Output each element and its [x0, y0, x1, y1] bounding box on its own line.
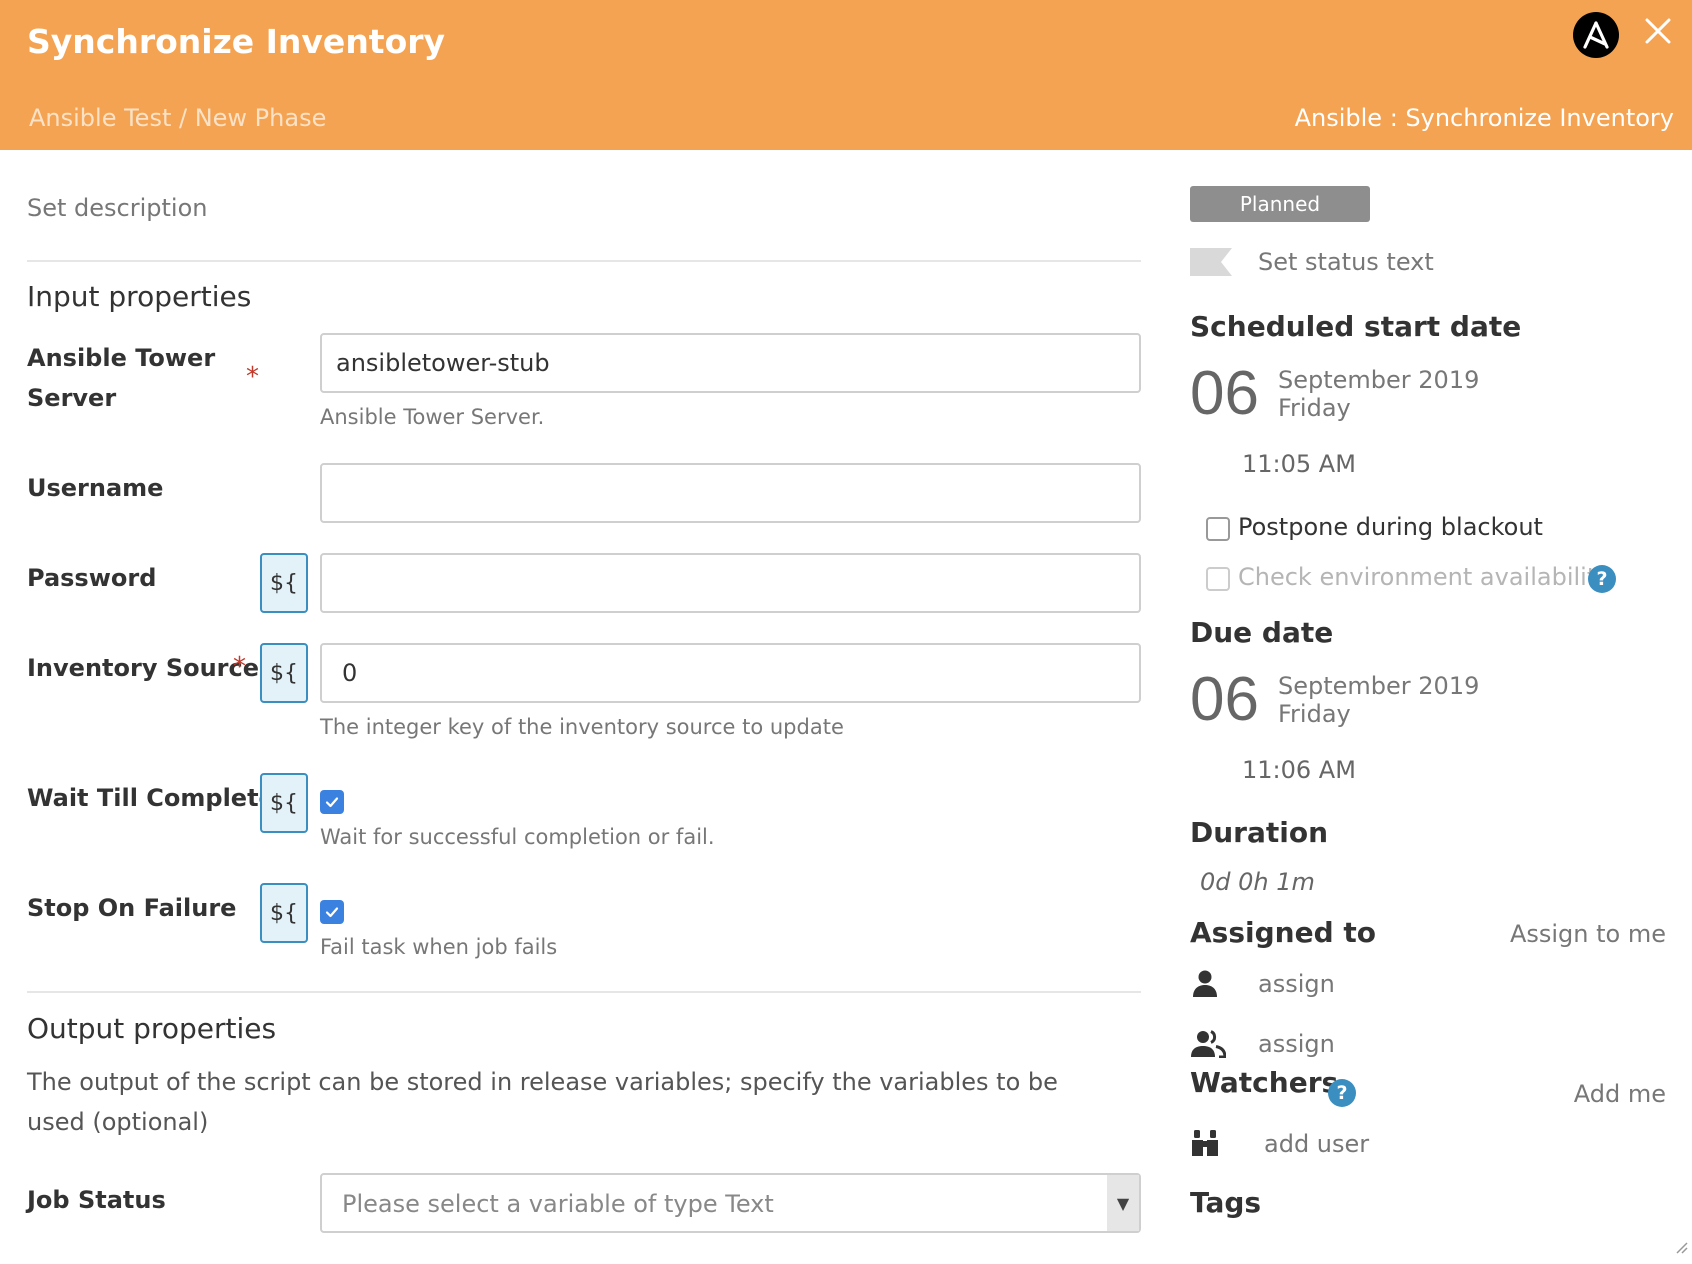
due-weekday: Friday [1278, 700, 1351, 728]
stop-help-text: Fail task when job fails [320, 935, 558, 959]
status-text-field[interactable]: Set status text [1258, 248, 1434, 276]
page-title: Synchronize Inventory [27, 22, 446, 61]
username-input[interactable] [320, 463, 1141, 523]
checkmark-icon [325, 797, 339, 808]
postpone-checkbox[interactable] [1206, 517, 1230, 541]
divider [27, 991, 1141, 993]
inventory-help-text: The integer key of the inventory source … [320, 715, 844, 739]
status-badge: Planned [1190, 186, 1370, 222]
team-icon [1190, 1028, 1227, 1062]
job-status-placeholder: Please select a variable of type Text [342, 1190, 774, 1218]
stop-on-failure-checkbox[interactable] [320, 900, 344, 924]
add-me-link[interactable]: Add me [1574, 1080, 1666, 1108]
check-environment-checkbox[interactable] [1206, 567, 1230, 591]
inventory-variable-toggle-button[interactable]: ${ [260, 643, 308, 703]
postpone-label: Postpone during blackout [1238, 513, 1543, 541]
due-date-title: Due date [1190, 616, 1334, 649]
wait-variable-toggle-button[interactable]: ${ [260, 773, 308, 833]
job-status-label: Job Status [27, 1186, 166, 1214]
assign-team-field[interactable]: assign [1258, 1030, 1335, 1058]
duration-title: Duration [1190, 816, 1329, 849]
task-details-panel: Set description Input properties Ansible… [0, 150, 1160, 1264]
due-day[interactable]: 06 [1190, 664, 1259, 735]
wait-till-complete-label: Wait Till Complete [27, 784, 275, 812]
help-icon[interactable]: ? [1588, 565, 1616, 593]
output-properties-title: Output properties [27, 1012, 277, 1045]
assign-to-me-link[interactable]: Assign to me [1510, 920, 1666, 948]
scheduled-time[interactable]: 11:05 AM [1242, 450, 1356, 478]
server-help-text: Ansible Tower Server. [320, 405, 545, 429]
password-label: Password [27, 564, 157, 592]
wait-help-text: Wait for successful completion or fail. [320, 825, 715, 849]
stop-on-failure-label: Stop On Failure [27, 894, 237, 922]
caret-down-icon[interactable]: ▼ [1107, 1175, 1139, 1231]
stop-variable-toggle-button[interactable]: ${ [260, 883, 308, 943]
due-month-year: September 2019 [1278, 672, 1480, 700]
assigned-to-title: Assigned to [1190, 916, 1376, 949]
binoculars-icon [1190, 1128, 1220, 1162]
scheduled-month-year: September 2019 [1278, 366, 1480, 394]
due-time[interactable]: 11:06 AM [1242, 756, 1356, 784]
user-icon [1190, 968, 1220, 1002]
password-input[interactable] [320, 553, 1141, 613]
inventory-source-input[interactable] [320, 643, 1141, 703]
required-marker: * [246, 362, 259, 392]
assign-user-field[interactable]: assign [1258, 970, 1335, 998]
tags-title: Tags [1190, 1186, 1262, 1219]
breadcrumb[interactable]: Ansible Test / New Phase [29, 104, 326, 132]
scheduled-start-title: Scheduled start date [1190, 310, 1522, 343]
scheduled-day[interactable]: 06 [1190, 358, 1259, 429]
task-type-label: Ansible : Synchronize Inventory [1294, 104, 1674, 132]
duration-value[interactable]: 0d 0h 1m [1200, 868, 1315, 896]
task-sidebar: Planned Set status text Scheduled start … [1160, 150, 1692, 1264]
modal-header: Synchronize Inventory Ansible Test / New… [0, 0, 1692, 150]
checkmark-icon [325, 907, 339, 918]
required-marker: * [233, 652, 246, 682]
job-status-select[interactable]: Please select a variable of type Text ▼ [320, 1173, 1141, 1233]
wait-till-complete-checkbox[interactable] [320, 790, 344, 814]
inventory-source-label: Inventory Source [27, 654, 260, 682]
username-label: Username [27, 474, 164, 502]
check-environment-label: Check environment availability [1238, 563, 1611, 591]
scheduled-weekday: Friday [1278, 394, 1351, 422]
resize-handle-icon[interactable] [1672, 1238, 1688, 1258]
input-properties-title: Input properties [27, 280, 252, 313]
flag-icon[interactable] [1190, 248, 1232, 280]
add-watcher-field[interactable]: add user [1264, 1130, 1369, 1158]
server-label: Ansible Tower Server [27, 344, 216, 412]
server-input[interactable] [320, 333, 1141, 393]
divider [27, 260, 1141, 262]
help-icon[interactable]: ? [1328, 1079, 1356, 1107]
output-description: The output of the script can be stored i… [27, 1068, 1058, 1136]
description-field[interactable]: Set description [27, 194, 207, 222]
close-icon[interactable] [1641, 14, 1675, 48]
watchers-title: Watchers [1190, 1066, 1339, 1099]
password-variable-toggle-button[interactable]: ${ [260, 553, 308, 613]
ansible-logo-icon [1573, 12, 1619, 58]
